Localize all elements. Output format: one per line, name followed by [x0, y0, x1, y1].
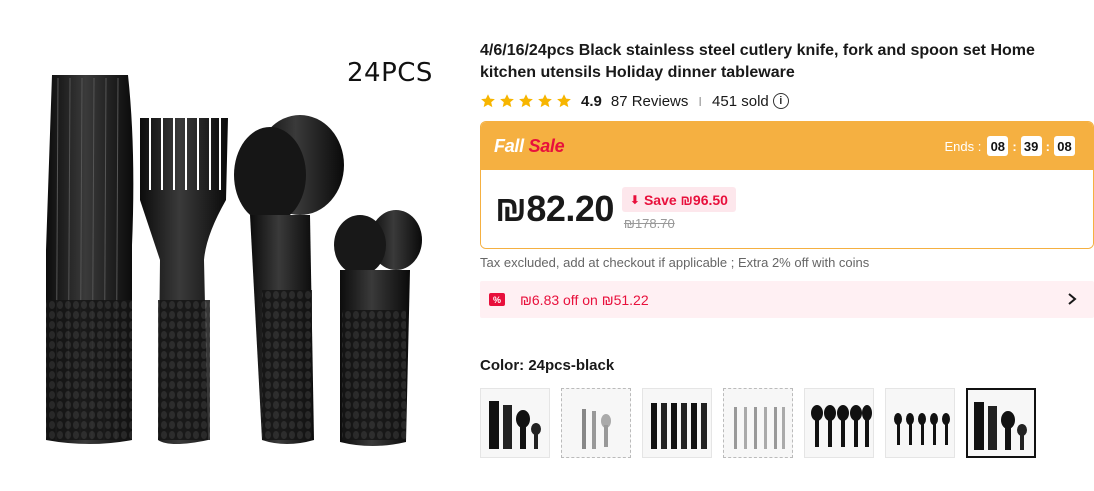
tax-note: Tax excluded, add at checkout if applica… [480, 255, 870, 270]
sale-box: Fall Sale Ends : 08 : 39 : 08 ₪82.20 ⬇ S… [480, 121, 1094, 249]
swatch-thumbnail-icon [974, 402, 1027, 450]
sale-brand: Fall Sale [494, 135, 565, 157]
star-icon [481, 94, 495, 108]
rating-stars[interactable] [480, 93, 572, 109]
swatch-silver-forks[interactable] [723, 388, 793, 458]
save-amount: Save ₪96.50 [643, 191, 728, 208]
swatch-black-knives[interactable] [642, 388, 712, 458]
original-price: ₪178.70 [623, 216, 675, 231]
swatch-thumbnail-icon [894, 413, 950, 445]
forks-group [140, 118, 228, 444]
product-info-panel: 4/6/16/24pcs Black stainless steel cutle… [480, 40, 1094, 458]
sold-count: 451 sold [712, 92, 769, 110]
spoons-group [234, 115, 344, 444]
countdown-hours: 08 [987, 136, 1009, 156]
ends-label: Ends : [944, 138, 982, 154]
reviews-link[interactable]: 87 Reviews [611, 93, 689, 110]
swatch-silver-mix[interactable] [561, 388, 631, 458]
countdown-seconds: 08 [1054, 136, 1075, 156]
swatch-black-teaspoons[interactable] [885, 388, 955, 458]
cutlery-illustration [46, 75, 422, 446]
sale-brand-part1: Fall [494, 135, 524, 156]
chevron-right-icon[interactable] [1064, 290, 1080, 308]
swatch-thumbnail-icon [582, 409, 611, 449]
color-swatches [480, 388, 1092, 458]
sale-brand-part2: Sale [528, 135, 565, 156]
swatch-black-spoons[interactable] [804, 388, 874, 458]
price-section: ₪82.20 ⬇ Save ₪96.50 ₪178.70 [481, 170, 1093, 248]
product-title: 4/6/16/24pcs Black stainless steel cutle… [480, 42, 1035, 81]
knives-group [46, 75, 134, 444]
down-arrow-icon: ⬇ [629, 192, 640, 207]
sale-header: Fall Sale Ends : 08 : 39 : 08 [481, 122, 1093, 170]
product-main-image: 24PCS [0, 0, 460, 491]
star-icon [500, 94, 514, 108]
savings-col: ⬇ Save ₪96.50 ₪178.70 [621, 187, 736, 231]
info-icon[interactable]: i [772, 93, 789, 109]
current-price: ₪82.20 [495, 188, 614, 229]
swatch-thumbnail-icon [734, 407, 785, 449]
save-badge: ⬇ Save ₪96.50 [621, 187, 736, 212]
coupon-bar[interactable]: % ₪6.83 off on ₪51.22 [480, 281, 1094, 318]
teaspoons-group [334, 210, 422, 446]
swatch-thumbnail-icon [811, 405, 872, 447]
colon-separator: : [1045, 138, 1050, 154]
swatch-24pcs-black[interactable] [480, 388, 550, 458]
swatch-thumbnail-icon [651, 403, 707, 449]
rating-value: 4.9 [581, 92, 602, 110]
star-icon [519, 94, 533, 108]
divider: I [698, 93, 703, 109]
countdown-minutes: 39 [1020, 136, 1042, 156]
countdown: Ends : 08 : 39 : 08 [944, 136, 1075, 156]
star-icon [557, 94, 571, 108]
swatch-thumbnail-icon [489, 401, 541, 449]
star-icon [538, 94, 552, 108]
rating-row: 4.9 87 Reviews I 451 sold i [480, 90, 1092, 112]
coupon-icon: % [489, 293, 505, 306]
coupon-text: ₪6.83 off on ₪51.22 [520, 291, 649, 308]
colon-separator: : [1012, 138, 1017, 154]
swatch-24pcs-black-selected[interactable] [966, 388, 1036, 458]
color-label: Color: 24pcs-black [480, 357, 615, 374]
